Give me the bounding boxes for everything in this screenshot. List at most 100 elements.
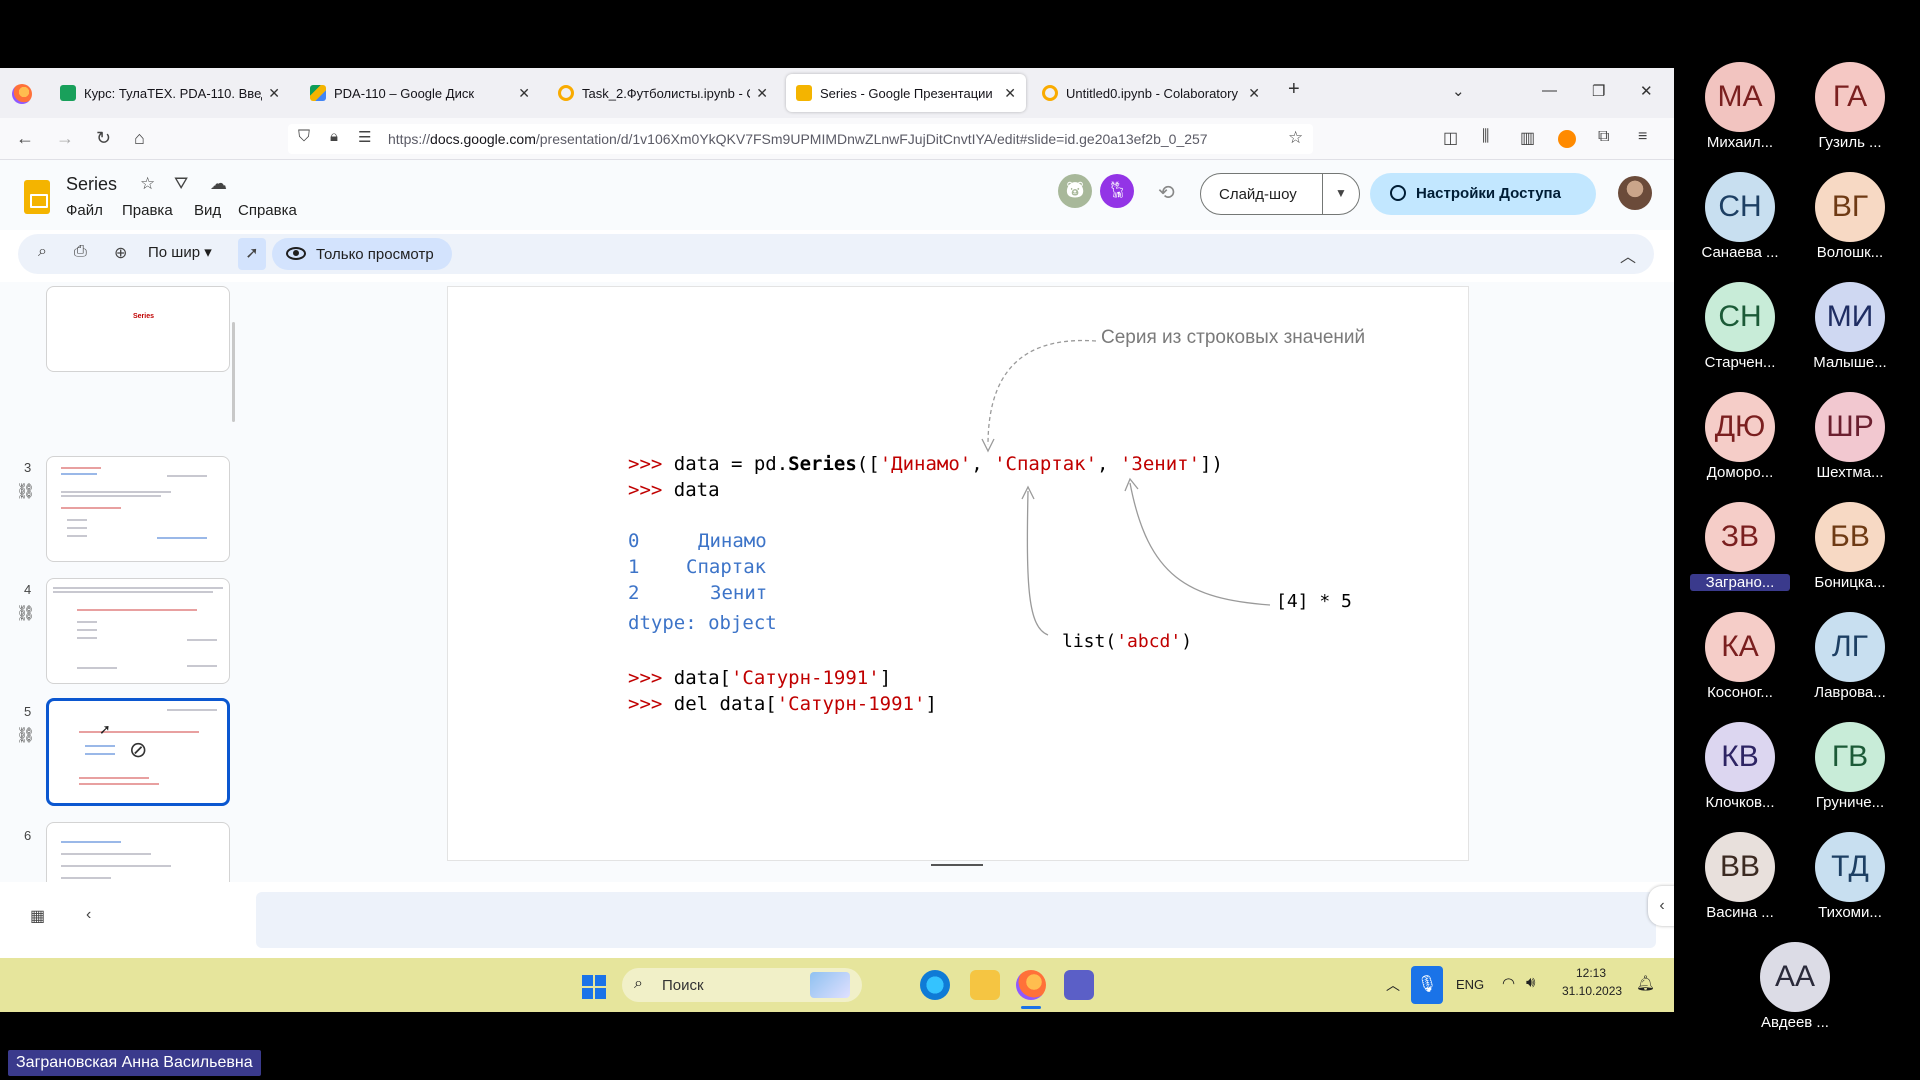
avatar: ЛГ — [1815, 612, 1885, 682]
browser-tab-course[interactable]: Курс: ТулаТЕХ. PDA-110. Введе ✕ — [50, 74, 290, 112]
sidebar-icon[interactable]: ▥ — [1520, 128, 1535, 148]
share-button[interactable]: Настройки Доступа — [1370, 173, 1596, 215]
output-dtype: dtype: object — [628, 612, 777, 634]
participant-tile[interactable]: ВГ Волошк... — [1800, 172, 1900, 261]
participant-tile[interactable]: ВВ Васина ... — [1690, 832, 1790, 921]
file-explorer-icon[interactable] — [970, 970, 1000, 1000]
participant-tile[interactable]: МА Михаил... — [1690, 62, 1790, 151]
slide-thumbnail[interactable] — [46, 822, 230, 882]
slideshow-button[interactable]: Слайд-шоу ▼ — [1200, 173, 1360, 215]
restore-icon[interactable]: ❐ — [1592, 82, 1605, 100]
clock-date[interactable]: 31.10.2023 — [1562, 984, 1622, 998]
clock-time[interactable]: 12:13 — [1576, 966, 1606, 980]
forward-arrow-icon[interactable]: → — [56, 128, 74, 149]
user-avatar[interactable] — [1618, 176, 1652, 210]
firefox-taskbar-icon[interactable] — [1016, 970, 1046, 1000]
participant-tile[interactable]: ГВ Груниче... — [1800, 722, 1900, 811]
zoom-icon[interactable]: ⊕ — [114, 243, 127, 263]
slide-resize-handle[interactable] — [931, 864, 983, 866]
participant-tile[interactable]: ЗВ Заграно... — [1690, 502, 1790, 591]
lock-icon[interactable]: 🔒︎ — [330, 128, 338, 145]
move-to-drive-icon[interactable]: ⛛ — [174, 174, 188, 194]
slides-logo-icon[interactable] — [24, 180, 50, 214]
slide-thumbnail[interactable] — [46, 578, 230, 684]
volume-icon[interactable]: 🔊︎ — [1526, 974, 1535, 991]
star-icon[interactable]: ☆ — [140, 174, 155, 194]
pocket-icon[interactable]: ◫ — [1443, 128, 1458, 148]
permissions-icon[interactable]: ☰ — [358, 128, 371, 146]
participant-tile[interactable]: КВ Клочков... — [1690, 722, 1790, 811]
participant-tile[interactable]: ЛГ Лаврова... — [1800, 612, 1900, 701]
slide-thumbnail[interactable]: Series — [46, 286, 230, 372]
new-tab-plus-icon[interactable]: + — [1288, 78, 1300, 101]
menu-file[interactable]: Файл — [66, 202, 103, 219]
notifications-icon[interactable]: 🔔︎ — [1636, 974, 1655, 992]
version-history-icon[interactable]: ⟲ — [1158, 180, 1175, 205]
close-icon[interactable]: ✕ — [1004, 85, 1016, 102]
taskbar-search[interactable]: ⌕ Поиск — [622, 968, 862, 1002]
close-icon[interactable]: ✕ — [756, 85, 768, 102]
wifi-icon[interactable]: ◠ — [1502, 974, 1515, 992]
speaker-notes-area[interactable] — [256, 892, 1656, 948]
select-pointer-icon[interactable]: ➚ — [238, 238, 266, 270]
anonymous-animal-avatar[interactable]: 🦌︎ — [1100, 174, 1134, 208]
minimize-icon[interactable]: — — [1542, 82, 1557, 99]
participant-tile[interactable]: БВ Боницка... — [1800, 502, 1900, 591]
browser-tab-untitled[interactable]: Untitled0.ipynb - Colaboratory ✕ — [1032, 74, 1270, 112]
participant-tile[interactable]: АА Авдеев ... — [1745, 942, 1845, 1031]
reload-icon[interactable]: ↻ — [96, 128, 111, 149]
side-panel-chevron-icon[interactable]: ‹ — [1648, 886, 1674, 926]
grid-view-icon[interactable]: ▦ — [30, 906, 45, 926]
participant-tile[interactable]: СН Старчен... — [1690, 282, 1790, 371]
menu-view[interactable]: Вид — [194, 202, 221, 219]
address-bar[interactable]: ⛉ 🔒︎ ☰ https://docs.google.com/presentat… — [288, 124, 1313, 154]
menu-icon[interactable]: ≡ — [1638, 128, 1647, 146]
menu-help[interactable]: Справка — [238, 202, 297, 219]
anonymous-animal-avatar[interactable]: 🐻︎ — [1058, 174, 1092, 208]
library-icon[interactable]: ⫼ — [1482, 128, 1489, 146]
collapse-filmstrip-chevron-icon[interactable]: ‹ — [86, 906, 91, 924]
close-icon[interactable]: ✕ — [268, 85, 280, 102]
menu-edit[interactable]: Правка — [122, 202, 173, 219]
language-indicator[interactable]: ENG — [1456, 977, 1484, 992]
close-icon[interactable]: ✕ — [518, 85, 530, 102]
close-icon[interactable]: ✕ — [1248, 85, 1260, 102]
tab-list-chevron-icon[interactable]: ⌄ — [1452, 82, 1465, 100]
participant-tile[interactable]: ГА Гузиль ... — [1800, 62, 1900, 151]
participant-tile[interactable]: ДЮ Доморо... — [1690, 392, 1790, 481]
print-icon[interactable]: ⎙ — [74, 243, 87, 261]
window-close-icon[interactable]: ✕ — [1640, 82, 1653, 100]
slides-header: Series ☆ ⛛ ☁ Файл Правка Вид Справка 🐻︎ … — [0, 160, 1674, 230]
slide-thumbnail[interactable] — [46, 456, 230, 562]
tray-chevron-up-icon[interactable]: ︿ — [1386, 975, 1400, 995]
document-title[interactable]: Series — [66, 174, 117, 195]
chevron-down-icon[interactable]: ▼ — [1335, 186, 1347, 200]
browser-tab-drive[interactable]: PDA-110 – Google Диск ✕ — [300, 74, 540, 112]
microphone-icon[interactable]: 🎙︎ — [1411, 966, 1443, 1004]
collapse-chevron-up-icon[interactable]: ︿ — [1620, 243, 1636, 267]
teams-icon[interactable] — [1064, 970, 1094, 1000]
filmstrip-scrollbar[interactable] — [232, 322, 235, 422]
participant-tile[interactable]: ШР Шехтма... — [1800, 392, 1900, 481]
back-arrow-icon[interactable]: ← — [16, 128, 34, 149]
participant-tile[interactable]: МИ Малыше... — [1800, 282, 1900, 371]
view-only-chip[interactable]: Только просмотр — [272, 238, 452, 270]
windows-start-icon[interactable] — [582, 975, 606, 999]
participant-name: Васина ... — [1706, 904, 1774, 921]
output-row: 2 — [628, 582, 639, 604]
browser-tab-series[interactable]: Series - Google Презентации ✕ — [786, 74, 1026, 112]
participant-tile[interactable]: КА Косоног... — [1690, 612, 1790, 701]
participant-tile[interactable]: СН Санаева ... — [1690, 172, 1790, 261]
account-icon[interactable] — [1558, 130, 1576, 148]
participant-tile[interactable]: ТД Тихоми... — [1800, 832, 1900, 921]
slide-thumbnail-selected[interactable]: ⊘ ➚ — [46, 698, 230, 806]
bookmark-star-icon[interactable]: ☆ — [1288, 128, 1303, 148]
cloud-status-icon[interactable]: ☁ — [210, 174, 227, 194]
extensions-icon[interactable]: ⧉ — [1598, 128, 1609, 146]
shield-icon[interactable]: ⛉ — [298, 128, 310, 146]
home-icon[interactable]: ⌂ — [134, 128, 145, 149]
zoom-select[interactable]: По шир ▾ — [148, 243, 212, 261]
edge-icon[interactable] — [920, 970, 950, 1000]
search-icon[interactable]: ⌕ — [38, 243, 47, 261]
browser-tab-task2[interactable]: Task_2.Футболисты.ipynb - Col ✕ — [548, 74, 778, 112]
